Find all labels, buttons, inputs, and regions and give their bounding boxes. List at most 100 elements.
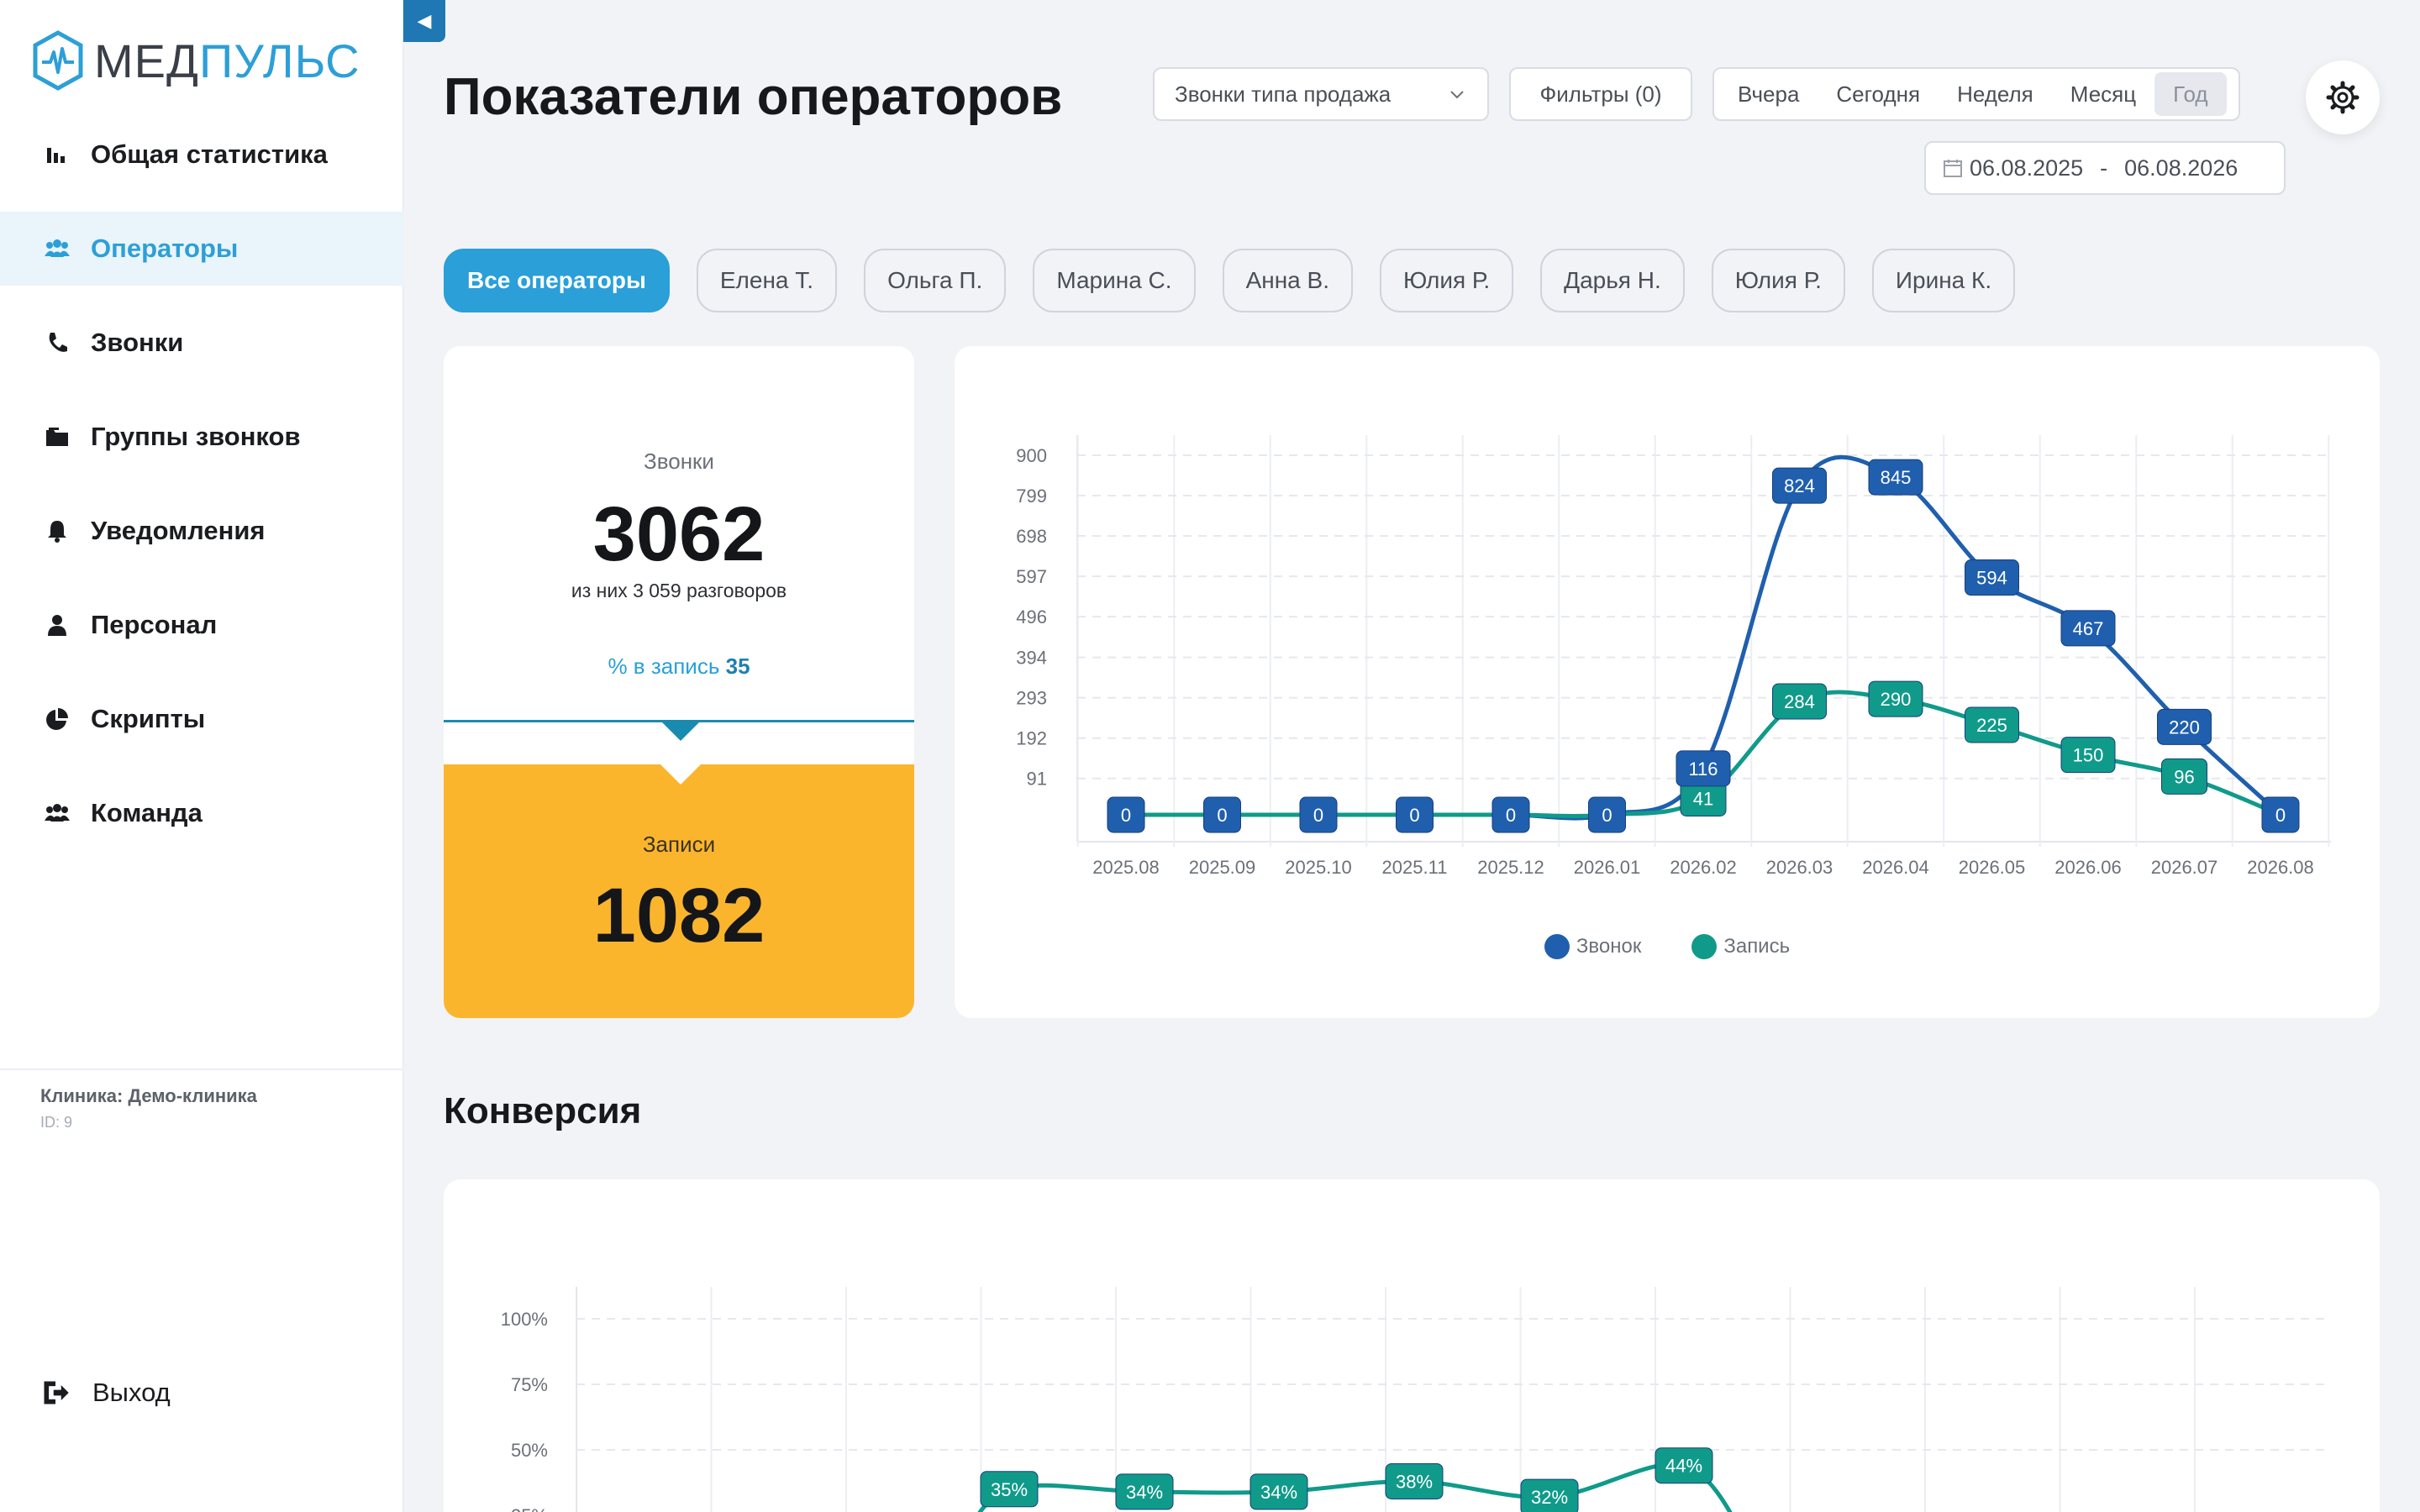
data-label-text: 32%: [1531, 1487, 1568, 1508]
operator-chip[interactable]: Марина С.: [1033, 249, 1196, 312]
data-label-text: 0: [1217, 805, 1227, 826]
operator-chip[interactable]: Ирина К.: [1871, 249, 2016, 312]
operator-chip[interactable]: Дарья Н.: [1540, 249, 1685, 312]
data-label: 34%: [1115, 1473, 1174, 1510]
data-label-text: 34%: [1126, 1482, 1163, 1503]
y-tick-label: 192: [1016, 728, 1047, 749]
data-label-text: 35%: [991, 1479, 1028, 1500]
data-label: 0: [1588, 796, 1626, 833]
x-tick-label: 2025.11: [1382, 857, 1448, 878]
y-tick-label: 394: [1016, 648, 1047, 669]
team-icon: [42, 798, 72, 828]
data-label: 594: [1965, 559, 2019, 596]
legend-label: Звонок: [1576, 935, 1642, 958]
call-type-select[interactable]: Звонки типа продажа: [1153, 67, 1489, 121]
x-tick-label: 2025.12: [1477, 857, 1544, 878]
data-label: 116: [1676, 750, 1731, 787]
operator-chip[interactable]: Юлия Р.: [1711, 249, 1845, 312]
period-week[interactable]: Неделя: [1939, 72, 2052, 116]
data-label: 0: [1396, 796, 1434, 833]
logout-button[interactable]: Выход: [40, 1378, 171, 1408]
sidebar-item-label: Команда: [91, 798, 203, 827]
legend-dot-call: [1544, 934, 1570, 959]
x-tick-label: 2025.08: [1092, 857, 1160, 878]
data-label-text: 44%: [1665, 1456, 1702, 1477]
bar-chart-icon: [42, 139, 72, 170]
sidebar-item-label: Операторы: [91, 234, 239, 263]
kpi-record-percent: % в запись 35: [608, 654, 750, 679]
operator-chip[interactable]: Анна В.: [1222, 249, 1353, 312]
data-label: 824: [1772, 467, 1827, 504]
sidebar-item-calls[interactable]: Звонки: [0, 306, 403, 380]
y-tick-label: 799: [1016, 486, 1047, 507]
data-label: 220: [2157, 708, 2212, 745]
phone-icon: [42, 328, 72, 358]
operator-chip[interactable]: Ольга П.: [864, 249, 1007, 312]
x-tick-label: 2026.04: [1862, 857, 1929, 878]
data-label: 845: [1868, 459, 1923, 496]
caret-left-icon: ◀: [417, 10, 432, 31]
sidebar-divider: [0, 1068, 403, 1070]
sidebar-collapse-button[interactable]: ◀: [403, 0, 445, 42]
legend-item-record[interactable]: Запись: [1691, 934, 1790, 959]
period-yesterday[interactable]: Вчера: [1719, 72, 1818, 116]
operator-chip[interactable]: Елена Т.: [696, 249, 838, 312]
legend-dot-record: [1691, 934, 1718, 959]
x-tick-label: 2026.07: [2151, 857, 2218, 878]
data-label: 0: [1299, 796, 1338, 833]
x-tick-label: 2026.03: [1766, 857, 1833, 878]
operator-chip-all[interactable]: Все операторы: [444, 249, 670, 312]
x-tick-label: 2025.10: [1285, 857, 1352, 878]
data-label-text: 594: [1976, 568, 2007, 589]
calls-line-chart: 900 799 698 597 496 394 293 192 91 2025.08 2025.09…: [1016, 435, 2331, 878]
y-tick-label: 496: [1016, 606, 1047, 627]
logo-pulse-icon: [33, 30, 83, 91]
period-today[interactable]: Сегодня: [1818, 72, 1939, 116]
sidebar-item-operators[interactable]: Операторы: [0, 212, 403, 286]
data-label: 38%: [1385, 1462, 1444, 1499]
sidebar-item-scripts[interactable]: Скрипты: [0, 682, 403, 756]
calendar-icon: [1944, 160, 1962, 177]
logout-label: Выход: [92, 1378, 171, 1407]
y-tick-label: 698: [1016, 526, 1047, 547]
date-range-picker[interactable]: 06.08.2025 - 06.08.2026: [1924, 141, 2286, 195]
data-label: 284: [1772, 683, 1827, 720]
x-tick-label: 2026.05: [1959, 857, 2026, 878]
page-title: Показатели операторов: [444, 68, 1063, 126]
sidebar-item-label: Скрипты: [91, 704, 206, 733]
period-year[interactable]: Год: [2154, 72, 2227, 116]
data-label-text: 824: [1784, 475, 1815, 496]
conversion-line-chart: 100% 75% 50% 25% 35% 34% 34% 38% 32% 44%: [501, 1287, 2329, 1512]
filters-button[interactable]: Фильтры (0): [1509, 67, 1692, 121]
bell-icon: [42, 516, 72, 546]
sidebar-item-general-stats[interactable]: Общая статистика: [0, 118, 403, 192]
sidebar-item-notifications[interactable]: Уведомления: [0, 494, 403, 568]
data-label: 150: [2060, 737, 2116, 774]
kpi-calls-value: 3062: [592, 491, 765, 577]
data-label-text: 38%: [1396, 1471, 1433, 1492]
x-tick-label: 2026.06: [2054, 857, 2122, 878]
sidebar-item-call-groups[interactable]: Группы звонков: [0, 400, 403, 474]
data-label-text: 34%: [1260, 1482, 1297, 1503]
settings-button[interactable]: [2306, 60, 2380, 134]
legend-item-call[interactable]: Звонок: [1544, 934, 1641, 959]
data-label-text: 225: [1976, 715, 2007, 736]
chart-legend: Звонок Запись: [955, 934, 2380, 959]
logo[interactable]: МЕДПУЛЬС: [32, 30, 360, 91]
data-label-text: 0: [1602, 805, 1612, 826]
data-label: 35%: [980, 1471, 1039, 1508]
operator-chip[interactable]: Юлия Р.: [1379, 249, 1514, 312]
x-tick-label: 2026.08: [2247, 857, 2314, 878]
sidebar-item-staff[interactable]: Персонал: [0, 588, 403, 662]
y-tick-label: 75%: [511, 1374, 548, 1395]
data-label-text: 220: [2169, 717, 2200, 738]
sidebar: МЕДПУЛЬС Общая статистика Операторы Звон…: [0, 0, 403, 1512]
conversion-title: Конверсия: [444, 1090, 642, 1131]
logo-text: МЕДПУЛЬС: [94, 34, 360, 87]
period-month[interactable]: Месяц: [2052, 72, 2154, 116]
sidebar-item-team[interactable]: Команда: [0, 776, 403, 850]
series-line: [977, 1462, 1733, 1512]
sidebar-nav: Общая статистика Операторы Звонки Группы…: [0, 118, 403, 870]
x-tick-label: 2026.02: [1670, 857, 1737, 878]
y-tick-label: 91: [1027, 769, 1047, 790]
